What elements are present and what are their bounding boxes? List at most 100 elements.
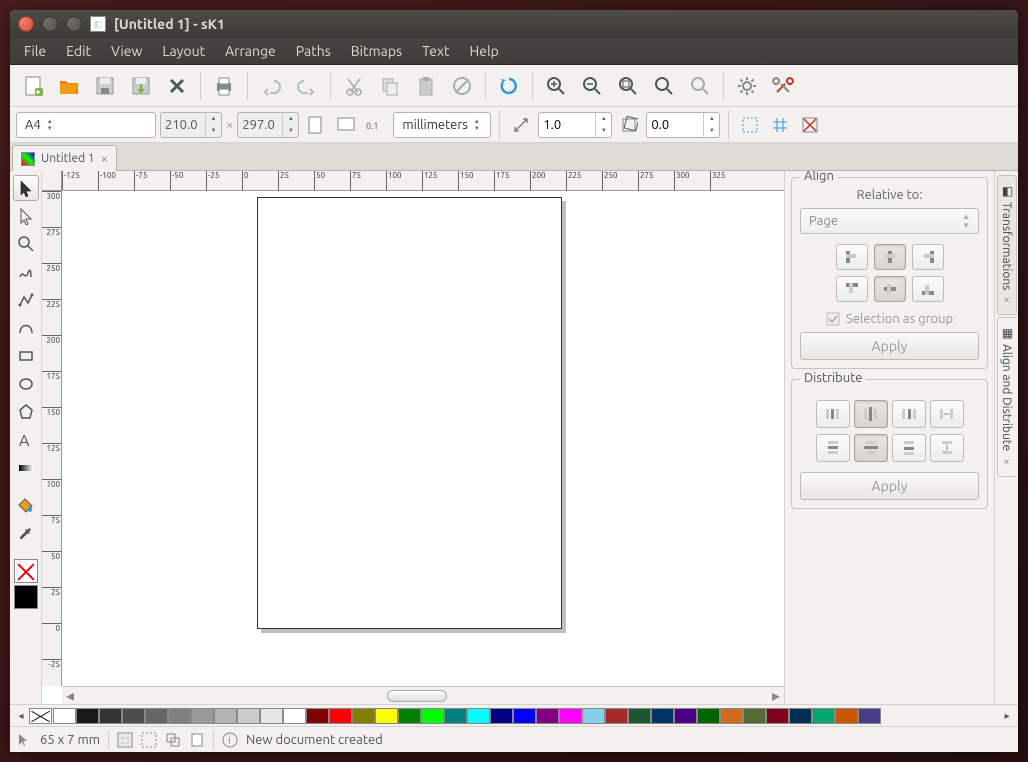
dist-right-button[interactable] xyxy=(892,400,926,428)
selection-as-group-checkbox[interactable]: Selection as group xyxy=(800,312,979,326)
color-swatch[interactable] xyxy=(53,708,76,724)
freehand-tool[interactable] xyxy=(13,259,39,285)
color-swatch[interactable] xyxy=(789,708,812,724)
align-bottom-button[interactable] xyxy=(912,276,944,302)
color-swatch[interactable] xyxy=(260,708,283,724)
polyline-tool[interactable] xyxy=(13,287,39,313)
snap-grid-button[interactable] xyxy=(767,112,793,138)
snap-objects-icon[interactable] xyxy=(165,732,181,748)
align-apply-button[interactable]: Apply xyxy=(800,332,979,360)
color-swatch[interactable] xyxy=(513,708,536,724)
dist-left-button[interactable] xyxy=(816,400,850,428)
distribute-apply-button[interactable]: Apply xyxy=(800,472,979,500)
align-left-button[interactable] xyxy=(836,244,868,270)
redo-button[interactable] xyxy=(290,69,324,103)
menu-edit[interactable]: Edit xyxy=(56,39,101,63)
page-height-input[interactable]: ▲▼ xyxy=(237,112,299,138)
select-tool[interactable] xyxy=(13,175,39,201)
color-swatch[interactable] xyxy=(697,708,720,724)
no-stroke-indicator[interactable] xyxy=(14,559,38,583)
color-swatch[interactable] xyxy=(743,708,766,724)
zoom-fit-button[interactable] xyxy=(611,69,645,103)
polygon-tool[interactable] xyxy=(13,399,39,425)
color-swatch[interactable] xyxy=(306,708,329,724)
align-center-h-button[interactable] xyxy=(874,244,906,270)
fill-color-indicator[interactable] xyxy=(14,585,38,609)
palette-scroll-right[interactable]: ▸ xyxy=(1000,710,1014,722)
swatch-none[interactable] xyxy=(29,708,52,724)
color-swatch[interactable] xyxy=(329,708,352,724)
titlebar[interactable]: ◧ [Untitled 1] - sK1 xyxy=(10,10,1018,38)
node-tool[interactable] xyxy=(13,203,39,229)
color-swatch[interactable] xyxy=(122,708,145,724)
page-format-combo[interactable]: A4▲▼ xyxy=(16,112,156,138)
rotate-input[interactable]: ▲▼ xyxy=(646,112,720,138)
color-swatch[interactable] xyxy=(214,708,237,724)
color-swatch[interactable] xyxy=(651,708,674,724)
tools-button[interactable] xyxy=(766,69,800,103)
refresh-button[interactable] xyxy=(492,69,526,103)
dist-bottom-button[interactable] xyxy=(892,434,926,462)
menu-paths[interactable]: Paths xyxy=(286,39,341,63)
zoom-100-button[interactable] xyxy=(647,69,681,103)
snap-grid-icon[interactable] xyxy=(117,732,133,748)
dist-gap-v-button[interactable] xyxy=(930,434,964,462)
scale-input[interactable]: ▲▼ xyxy=(538,112,612,138)
menu-arrange[interactable]: Arrange xyxy=(215,39,286,63)
print-button[interactable] xyxy=(207,69,241,103)
color-swatch[interactable] xyxy=(559,708,582,724)
window-minimize-button[interactable] xyxy=(42,16,58,32)
color-swatch[interactable] xyxy=(536,708,559,724)
curve-tool[interactable] xyxy=(13,315,39,341)
color-swatch[interactable] xyxy=(191,708,214,724)
window-close-button[interactable] xyxy=(18,16,34,32)
paste-button[interactable] xyxy=(409,69,443,103)
snap-guides-icon[interactable] xyxy=(141,732,157,748)
undo-button[interactable] xyxy=(254,69,288,103)
color-swatch[interactable] xyxy=(812,708,835,724)
save-as-button[interactable] xyxy=(124,69,158,103)
rectangle-tool[interactable] xyxy=(13,343,39,369)
window-maximize-button[interactable] xyxy=(66,16,82,32)
zoom-sel-button[interactable] xyxy=(683,69,717,103)
color-swatch[interactable] xyxy=(835,708,858,724)
zoom-tool[interactable] xyxy=(13,231,39,257)
landscape-button[interactable] xyxy=(333,112,359,138)
dist-gap-h-button[interactable] xyxy=(930,400,964,428)
snap-page-icon[interactable] xyxy=(189,732,205,748)
align-center-v-button[interactable] xyxy=(874,276,906,302)
color-swatch[interactable] xyxy=(398,708,421,724)
horizontal-scrollbar[interactable]: ◂▸ xyxy=(62,686,784,704)
tab-untitled-1[interactable]: Untitled 1 × xyxy=(12,145,117,171)
menu-bitmaps[interactable]: Bitmaps xyxy=(341,39,412,63)
side-tab-align-distribute[interactable]: ▦Align and Distribute× xyxy=(997,317,1017,476)
color-swatch[interactable] xyxy=(352,708,375,724)
units-combo[interactable]: millimeters▲▼ xyxy=(393,112,491,138)
snap-guides-button[interactable] xyxy=(737,112,763,138)
canvas[interactable] xyxy=(62,191,784,686)
palette-scroll-left[interactable]: ◂ xyxy=(14,710,28,722)
close-doc-button[interactable] xyxy=(160,69,194,103)
vertical-ruler[interactable]: 3002752502252001751501251007550250-25 xyxy=(42,191,62,686)
color-swatch[interactable] xyxy=(605,708,628,724)
dist-center-v-button[interactable] xyxy=(854,434,888,462)
color-swatch[interactable] xyxy=(490,708,513,724)
color-swatch[interactable] xyxy=(237,708,260,724)
color-swatch[interactable] xyxy=(720,708,743,724)
color-swatch[interactable] xyxy=(375,708,398,724)
open-button[interactable] xyxy=(52,69,86,103)
color-swatch[interactable] xyxy=(467,708,490,724)
color-swatch[interactable] xyxy=(582,708,605,724)
color-swatch[interactable] xyxy=(99,708,122,724)
preferences-button[interactable] xyxy=(730,69,764,103)
tab-close-icon[interactable]: × xyxy=(101,152,108,166)
gradient-tool[interactable] xyxy=(13,455,39,481)
page-width-input[interactable]: ▲▼ xyxy=(160,112,222,138)
align-top-button[interactable] xyxy=(836,276,868,302)
horizontal-ruler[interactable]: -125-100-75-50-2502550751001251501752002… xyxy=(62,171,784,191)
color-swatch[interactable] xyxy=(76,708,99,724)
copy-button[interactable] xyxy=(373,69,407,103)
side-tab-transformations[interactable]: ◧Transformations× xyxy=(997,175,1017,315)
snap-off-button[interactable] xyxy=(797,112,823,138)
new-button[interactable] xyxy=(16,69,50,103)
